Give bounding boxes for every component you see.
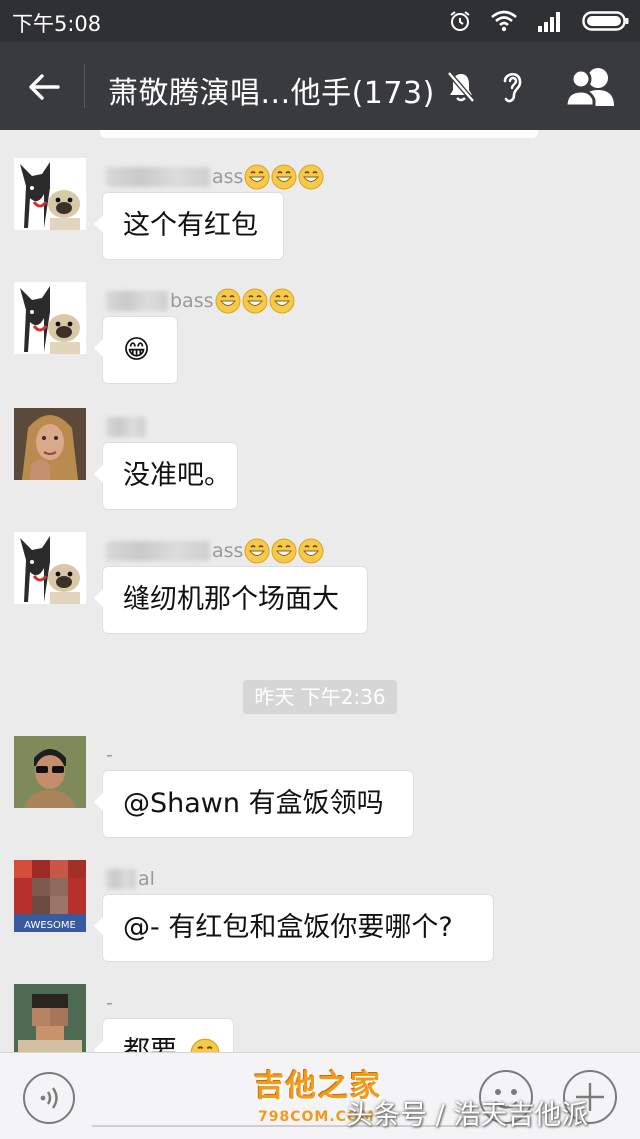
previous-message-bubble xyxy=(100,130,538,138)
avatar-pixelated-face[interactable] xyxy=(14,984,86,1052)
blurred-name xyxy=(106,291,168,311)
grin-emoji-icon xyxy=(242,288,268,314)
grin-emoji-icon xyxy=(215,288,241,314)
grin-emoji-icon xyxy=(269,288,295,314)
sender-name: al xyxy=(106,864,155,894)
avatar-husky-pug[interactable] xyxy=(14,532,86,604)
person-avatar-icon xyxy=(14,736,86,808)
voice-input-button[interactable] xyxy=(22,1071,76,1125)
status-time: 下午5:08 xyxy=(12,12,102,36)
grin-emoji-icon xyxy=(271,164,297,190)
person-avatar-icon xyxy=(14,408,86,480)
blurred-name xyxy=(106,417,146,437)
chat-header: 萧敬腾演唱...他手(173) xyxy=(0,42,640,130)
signal-icon xyxy=(538,12,560,32)
watermark-text: 头条号 / 浩天吉他派 xyxy=(346,1100,589,1131)
group-members-button[interactable] xyxy=(562,64,620,110)
message-bubble[interactable]: 没准吧。 xyxy=(94,442,238,510)
blurred-name xyxy=(106,541,210,561)
sender-name-suffix: ass xyxy=(212,166,244,188)
voice-icon xyxy=(23,1072,75,1124)
sender-name: - xyxy=(106,988,113,1018)
message-bubble[interactable]: 😁 xyxy=(94,316,178,384)
message-bubble[interactable]: 都要 xyxy=(94,1018,234,1052)
group-members-icon xyxy=(564,68,614,108)
sender-name-suffix: - xyxy=(106,992,113,1014)
sender-name: bass xyxy=(106,286,295,316)
husky-pug-avatar-icon xyxy=(14,158,86,230)
back-button[interactable] xyxy=(22,64,68,110)
grin-emoji-icon xyxy=(271,538,297,564)
message-bubble[interactable]: 缝纫机那个场面大 xyxy=(94,566,368,634)
husky-pug-avatar-icon xyxy=(14,532,86,604)
grin-emoji-icon xyxy=(298,164,324,190)
alarm-icon xyxy=(450,11,470,31)
grin-emoji-icon xyxy=(298,538,324,564)
avatar-sunglasses[interactable] xyxy=(14,736,86,808)
chat-title: 萧敬腾演唱...他手(173) xyxy=(108,76,435,111)
pixelated-avatar-icon: AWESOME xyxy=(14,860,86,932)
wifi-icon xyxy=(491,10,517,32)
back-arrow-icon xyxy=(29,74,60,100)
sender-name-suffix: ass xyxy=(212,540,244,562)
title-divider xyxy=(84,64,85,108)
grin-emoji-icon xyxy=(244,538,270,564)
grin-emoji-icon xyxy=(190,1038,220,1052)
avatar-long-hair[interactable] xyxy=(14,408,86,480)
blurred-name xyxy=(106,167,210,187)
ear-icon[interactable] xyxy=(498,68,526,106)
blurred-name xyxy=(106,869,136,889)
sender-name: ass xyxy=(106,536,324,566)
person-avatar-icon xyxy=(14,984,86,1052)
status-bar: 下午5:08 xyxy=(0,0,640,42)
message-bubble[interactable]: @Shawn 有盒饭领吗 xyxy=(94,770,414,838)
sender-name: ass xyxy=(106,162,324,192)
avatar-husky-pug[interactable] xyxy=(14,282,86,354)
chat-input-bar: 吉他之家 798COM.COM 头条号 / 浩天吉他派 xyxy=(0,1052,640,1139)
battery-icon xyxy=(582,11,629,31)
sender-name-suffix: al xyxy=(138,868,155,890)
message-list[interactable]: ass 这个有红包 bass 😁 没准吧。 ass 缝纫机那个场面大 昨天 下午… xyxy=(0,130,640,1052)
message-bubble[interactable]: 这个有红包 xyxy=(94,192,284,260)
sender-name xyxy=(106,412,148,442)
sender-name-suffix: - xyxy=(106,744,113,766)
sender-name-suffix: bass xyxy=(170,290,214,312)
grin-emoji-icon xyxy=(244,164,270,190)
message-bubble[interactable]: @- 有红包和盒饭你要哪个? xyxy=(94,894,494,962)
sender-name: - xyxy=(106,740,113,770)
avatar-husky-pug[interactable] xyxy=(14,158,86,230)
avatar-pixelated[interactable]: AWESOME xyxy=(14,860,86,932)
husky-pug-avatar-icon xyxy=(14,282,86,354)
mute-bell-icon xyxy=(447,71,475,103)
message-text: 都要 xyxy=(123,1036,177,1052)
status-icons xyxy=(448,6,630,36)
svg-text:AWESOME: AWESOME xyxy=(24,920,76,931)
timestamp-divider: 昨天 下午2:36 xyxy=(243,680,397,714)
